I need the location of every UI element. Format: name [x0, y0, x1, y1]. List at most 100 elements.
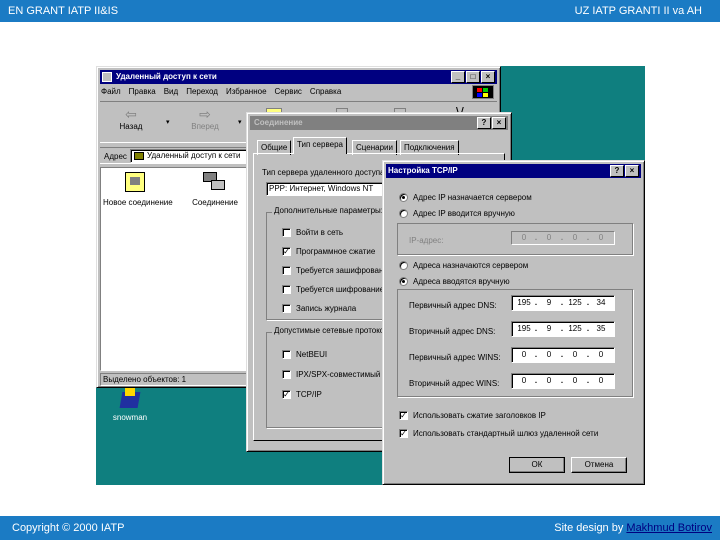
- header-compression-label: Использовать сжатие заголовков IP: [413, 411, 546, 420]
- header-compression-checkbox[interactable]: ✓: [399, 411, 408, 420]
- tab-server-type[interactable]: Тип сервера: [293, 137, 347, 154]
- maximize-button[interactable]: □: [466, 71, 480, 83]
- ip-manual-label: Адрес IP вводится вручную: [413, 209, 515, 218]
- connection-label: Соединение: [192, 198, 238, 207]
- address-field[interactable]: Удаленный доступ к сети: [130, 149, 250, 163]
- forward-arrow-icon: ⇨: [199, 106, 211, 122]
- encryption-checkbox[interactable]: [282, 285, 291, 294]
- menu-view[interactable]: Вид: [164, 87, 178, 99]
- dialup-folder-icon: [134, 152, 144, 160]
- ip-server-label: Адрес IP назначается сервером: [413, 193, 532, 202]
- cancel-button[interactable]: Отмена: [571, 457, 627, 473]
- desktop: Удаленный доступ к сети _ □ × Файл Правк…: [96, 66, 645, 485]
- address-value: Удаленный доступ к сети: [147, 151, 241, 160]
- tcpip-checkbox[interactable]: ✓: [282, 390, 291, 399]
- minimize-button[interactable]: _: [451, 71, 465, 83]
- forward-button[interactable]: ⇨ Вперед: [182, 106, 228, 140]
- dns-server-radio[interactable]: [399, 261, 408, 270]
- connection-item[interactable]: Соединение: [183, 172, 247, 207]
- ip-octet-1: 0: [521, 233, 527, 242]
- ip-dot: .: [586, 233, 590, 242]
- log-checkbox[interactable]: [282, 304, 291, 313]
- ip-dot: .: [560, 233, 564, 242]
- connection-close-button[interactable]: ×: [492, 117, 506, 129]
- status-bar: Выделено объектов: 1: [100, 373, 250, 386]
- tcpip-title: Настройка TCP/IP: [388, 166, 458, 175]
- netbeui-checkbox[interactable]: [282, 350, 291, 359]
- menu-favorites[interactable]: Избранное: [226, 87, 267, 99]
- back-button[interactable]: ⇦ Назад: [108, 106, 154, 140]
- desktop-icon-snowman[interactable]: snowman: [106, 388, 154, 422]
- explorer-title-bar[interactable]: Удаленный доступ к сети _ □ ×: [100, 70, 497, 84]
- menu-go[interactable]: Переход: [186, 87, 218, 99]
- snowman-label: snowman: [112, 413, 148, 422]
- connection-help-button[interactable]: ?: [477, 117, 491, 129]
- netbeui-label: NetBEUI: [296, 350, 328, 359]
- menu-file[interactable]: Файл: [101, 87, 121, 99]
- footer-credit-prefix: Site design by: [554, 522, 627, 534]
- dns-manual-label: Адреса вводятся вручную: [413, 277, 510, 286]
- ip-label: IP-адрес:: [409, 236, 444, 245]
- ip-server-radio[interactable]: [399, 193, 408, 202]
- header-left-text: EN GRANT IATP II&IS: [8, 5, 119, 17]
- ip-octet-4: 0: [598, 233, 604, 242]
- menu-help[interactable]: Справка: [310, 87, 341, 99]
- header-right-text: UZ IATP GRANTI II va AH: [574, 5, 702, 17]
- dns-manual-radio[interactable]: [399, 277, 408, 286]
- options-group-label: Дополнительные параметры:: [272, 206, 385, 215]
- logon-checkbox[interactable]: [282, 228, 291, 237]
- compression-checkbox[interactable]: ✓: [282, 247, 291, 256]
- forward-label: Вперед: [191, 122, 219, 131]
- tcpip-close-button[interactable]: ×: [625, 165, 639, 177]
- slide-footer: Copyright © 2000 IATP Site design by Mak…: [0, 516, 720, 540]
- address-rows-group: [397, 289, 633, 397]
- explorer-title: Удаленный доступ к сети: [116, 72, 217, 81]
- status-text: Выделено объектов: 1: [103, 375, 187, 384]
- menu-tools[interactable]: Сервис: [275, 87, 302, 99]
- log-label: Запись журнала: [296, 304, 357, 313]
- file-pane: Новое соединение Соединение: [100, 167, 248, 371]
- logon-label: Войти в сеть: [296, 228, 344, 237]
- connection-title-bar[interactable]: Соединение ? ×: [250, 116, 508, 130]
- ipx-label: IPX/SPX-совместимый: [296, 370, 381, 379]
- menu-edit[interactable]: Правка: [129, 87, 156, 99]
- ip-dot: .: [534, 233, 538, 242]
- window-icon: [102, 72, 112, 82]
- protocols-group-label: Допустимые сетевые протоколы:: [272, 326, 399, 335]
- new-connection-icon: [125, 172, 145, 192]
- menu-bar: Файл Правка Вид Переход Избранное Сервис…: [101, 87, 341, 99]
- snowman-icon: [119, 388, 141, 410]
- dns-server-label: Адреса назначаются сервером: [413, 261, 529, 270]
- ip-octet-2: 0: [546, 233, 552, 242]
- server-type-label: Тип сервера удаленного доступа:: [262, 168, 387, 177]
- back-arrow-icon: ⇦: [125, 106, 137, 122]
- new-connection-item[interactable]: Новое соединение: [103, 172, 173, 207]
- ok-button[interactable]: ОК: [509, 457, 565, 473]
- new-connection-label: Новое соединение: [103, 198, 173, 207]
- back-dropdown-icon[interactable]: ▾: [166, 118, 170, 126]
- compression-label: Программное сжатие: [296, 247, 376, 256]
- encrypted-password-checkbox[interactable]: [282, 266, 291, 275]
- tcpip-dialog: Настройка TCP/IP ? × Адрес IP назначаетс…: [382, 160, 645, 485]
- windows-logo-icon: [472, 85, 494, 99]
- tcpip-title-bar[interactable]: Настройка TCP/IP ? ×: [386, 164, 641, 178]
- footer-credit: Site design by Makhmud Botirov: [554, 522, 712, 534]
- connection-title: Соединение: [254, 118, 303, 127]
- encryption-label: Требуется шифрование: [296, 285, 385, 294]
- author-link[interactable]: Makhmud Botirov: [626, 522, 712, 534]
- ip-manual-radio[interactable]: [399, 209, 408, 218]
- ipx-checkbox[interactable]: [282, 370, 291, 379]
- slide-header: EN GRANT IATP II&IS UZ IATP GRANTI II va…: [0, 0, 720, 22]
- ip-address-field[interactable]: 0 . 0 . 0 . 0: [511, 231, 615, 245]
- back-label: Назад: [119, 122, 143, 131]
- connection-icon: [203, 172, 227, 192]
- ip-octet-3: 0: [572, 233, 578, 242]
- tcpip-help-button[interactable]: ?: [610, 165, 624, 177]
- default-gateway-checkbox[interactable]: ✓: [399, 429, 408, 438]
- tcpip-label: TCP/IP: [296, 390, 322, 399]
- default-gateway-label: Использовать стандартный шлюз удаленной …: [413, 429, 599, 438]
- footer-copyright: Copyright © 2000 IATP: [12, 522, 125, 534]
- close-button[interactable]: ×: [481, 71, 495, 83]
- forward-dropdown-icon[interactable]: ▾: [238, 118, 242, 126]
- address-label: Адрес: [104, 152, 127, 161]
